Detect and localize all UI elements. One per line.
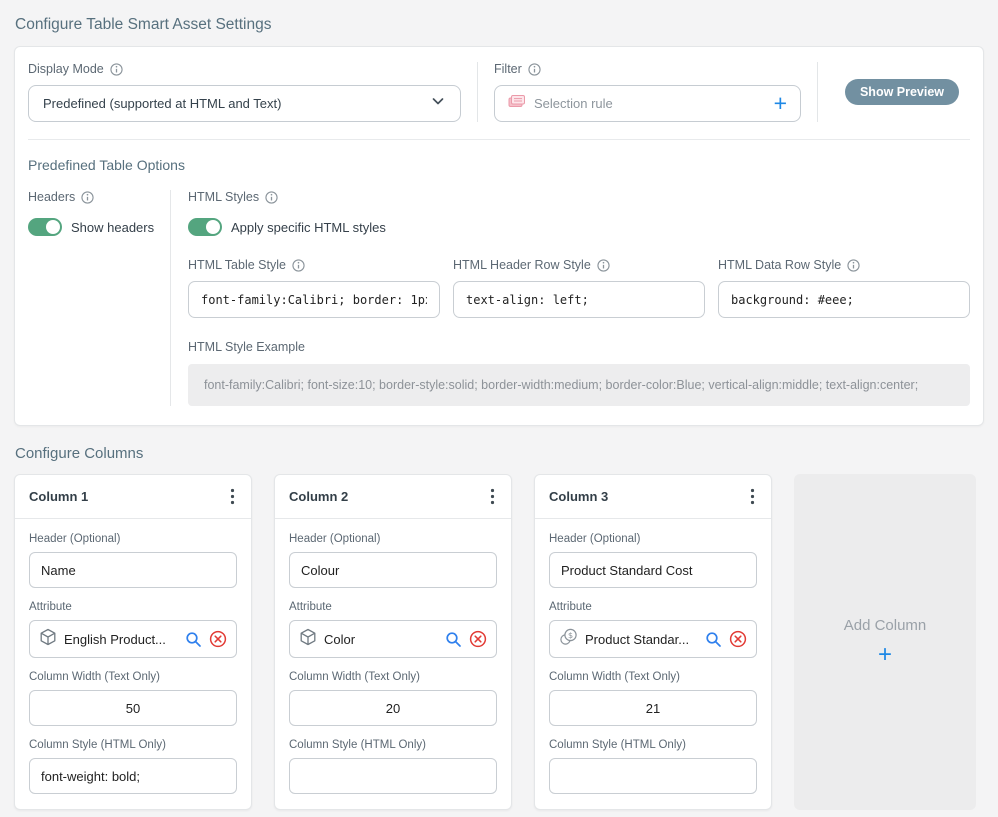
vertical-divider	[817, 62, 818, 122]
attribute-label: Attribute	[549, 601, 592, 613]
info-icon	[292, 259, 305, 272]
remove-attribute-icon[interactable]	[729, 630, 747, 648]
show-headers-toggle[interactable]	[28, 218, 62, 236]
html-styles-label: HTML Styles	[188, 190, 259, 204]
column-card-title: Column 3	[549, 489, 608, 504]
column-width-label: Column Width (Text Only)	[289, 671, 420, 683]
attribute-label: Attribute	[29, 601, 72, 613]
column-menu-kebab-icon[interactable]	[224, 486, 241, 507]
attribute-picker[interactable]: English Product...	[29, 620, 237, 658]
chevron-down-icon	[430, 93, 446, 114]
column-menu-kebab-icon[interactable]	[744, 486, 761, 507]
cube-icon	[39, 628, 57, 651]
settings-panel: Display Mode Predefined (supported at HT…	[14, 46, 984, 426]
html-data-row-style-field: HTML Data Row Style	[718, 258, 970, 318]
attribute-picker[interactable]: $ Product Standar...	[549, 620, 757, 658]
info-icon	[528, 63, 541, 76]
attribute-label: Attribute	[289, 601, 332, 613]
html-table-style-label: HTML Table Style	[188, 258, 286, 272]
filter-section: Filter Selection rule +	[494, 62, 801, 122]
svg-text:$: $	[568, 630, 573, 639]
column-width-label: Column Width (Text Only)	[549, 671, 680, 683]
header-optional-label: Header (Optional)	[549, 533, 640, 545]
show-headers-toggle-label: Show headers	[71, 220, 154, 235]
html-header-row-style-input[interactable]	[453, 281, 705, 318]
attribute-name: Product Standar...	[585, 632, 698, 647]
display-mode-section: Display Mode Predefined (supported at HT…	[28, 62, 461, 122]
column-card-1: Column 1 Header (Optional) Attribute	[14, 474, 252, 810]
column-header-input[interactable]	[29, 552, 237, 588]
display-mode-value: Predefined (supported at HTML and Text)	[43, 96, 281, 111]
add-column-label: Add Column	[844, 617, 927, 634]
info-icon	[110, 63, 123, 76]
attribute-name: English Product...	[64, 632, 178, 647]
page-title: Configure Table Smart Asset Settings	[14, 0, 984, 46]
plus-icon: +	[878, 643, 892, 667]
remove-attribute-icon[interactable]	[209, 630, 227, 648]
preview-section: Show Preview	[834, 62, 970, 122]
attribute-picker[interactable]: Color	[289, 620, 497, 658]
filter-placeholder: Selection rule	[534, 96, 765, 111]
column-menu-kebab-icon[interactable]	[484, 486, 501, 507]
html-header-row-style-field: HTML Header Row Style	[453, 258, 705, 318]
column-card-title: Column 1	[29, 489, 88, 504]
attribute-name: Color	[324, 632, 438, 647]
html-style-example-label: HTML Style Example	[188, 340, 305, 354]
predefined-table-options: Predefined Table Options Headers Show he…	[15, 140, 983, 425]
html-data-row-style-label: HTML Data Row Style	[718, 258, 841, 272]
info-icon	[265, 191, 278, 204]
apply-html-styles-toggle-label: Apply specific HTML styles	[231, 220, 386, 235]
info-icon	[81, 191, 94, 204]
column-style-input[interactable]	[549, 758, 757, 794]
selection-rule-icon	[508, 94, 525, 113]
vertical-divider	[477, 62, 478, 122]
predefined-options-title: Predefined Table Options	[28, 157, 970, 173]
column-width-input[interactable]	[289, 690, 497, 726]
search-attribute-icon[interactable]	[185, 631, 202, 648]
header-optional-label: Header (Optional)	[29, 533, 120, 545]
column-width-input[interactable]	[549, 690, 757, 726]
column-style-label: Column Style (HTML Only)	[289, 739, 426, 751]
remove-attribute-icon[interactable]	[469, 630, 487, 648]
filter-rule-box[interactable]: Selection rule +	[494, 85, 801, 122]
cube-icon	[299, 628, 317, 651]
search-attribute-icon[interactable]	[445, 631, 462, 648]
columns-row: Column 1 Header (Optional) Attribute	[14, 474, 984, 810]
column-header-input[interactable]	[289, 552, 497, 588]
add-column-button[interactable]: Add Column +	[794, 474, 976, 810]
html-table-style-field: HTML Table Style	[188, 258, 440, 318]
coins-icon: $	[559, 628, 578, 651]
show-preview-button[interactable]: Show Preview	[845, 79, 959, 105]
headers-option: Headers Show headers	[28, 190, 170, 406]
add-filter-rule-button[interactable]: +	[774, 92, 787, 115]
column-card-3: Column 3 Header (Optional) Attribute $	[534, 474, 772, 810]
html-style-example-text: font-family:Calibri; font-size:10; borde…	[188, 364, 970, 406]
column-style-input[interactable]	[29, 758, 237, 794]
settings-top-row: Display Mode Predefined (supported at HT…	[15, 47, 983, 139]
apply-html-styles-toggle[interactable]	[188, 218, 222, 236]
column-style-label: Column Style (HTML Only)	[29, 739, 166, 751]
table-smart-asset-settings-page: Configure Table Smart Asset Settings Dis…	[0, 0, 998, 810]
info-icon	[597, 259, 610, 272]
column-card-2: Column 2 Header (Optional) Attribute	[274, 474, 512, 810]
headers-label: Headers	[28, 190, 75, 204]
filter-label: Filter	[494, 62, 522, 76]
search-attribute-icon[interactable]	[705, 631, 722, 648]
column-width-label: Column Width (Text Only)	[29, 671, 160, 683]
column-header-input[interactable]	[549, 552, 757, 588]
html-data-row-style-input[interactable]	[718, 281, 970, 318]
html-styles-option: HTML Styles Apply specific HTML styles H…	[171, 190, 970, 406]
column-style-label: Column Style (HTML Only)	[549, 739, 686, 751]
column-style-input[interactable]	[289, 758, 497, 794]
display-mode-label: Display Mode	[28, 62, 104, 76]
html-header-row-style-label: HTML Header Row Style	[453, 258, 591, 272]
column-width-input[interactable]	[29, 690, 237, 726]
html-table-style-input[interactable]	[188, 281, 440, 318]
column-card-title: Column 2	[289, 489, 348, 504]
header-optional-label: Header (Optional)	[289, 533, 380, 545]
info-icon	[847, 259, 860, 272]
configure-columns-title: Configure Columns	[14, 445, 984, 462]
display-mode-select[interactable]: Predefined (supported at HTML and Text)	[28, 85, 461, 122]
